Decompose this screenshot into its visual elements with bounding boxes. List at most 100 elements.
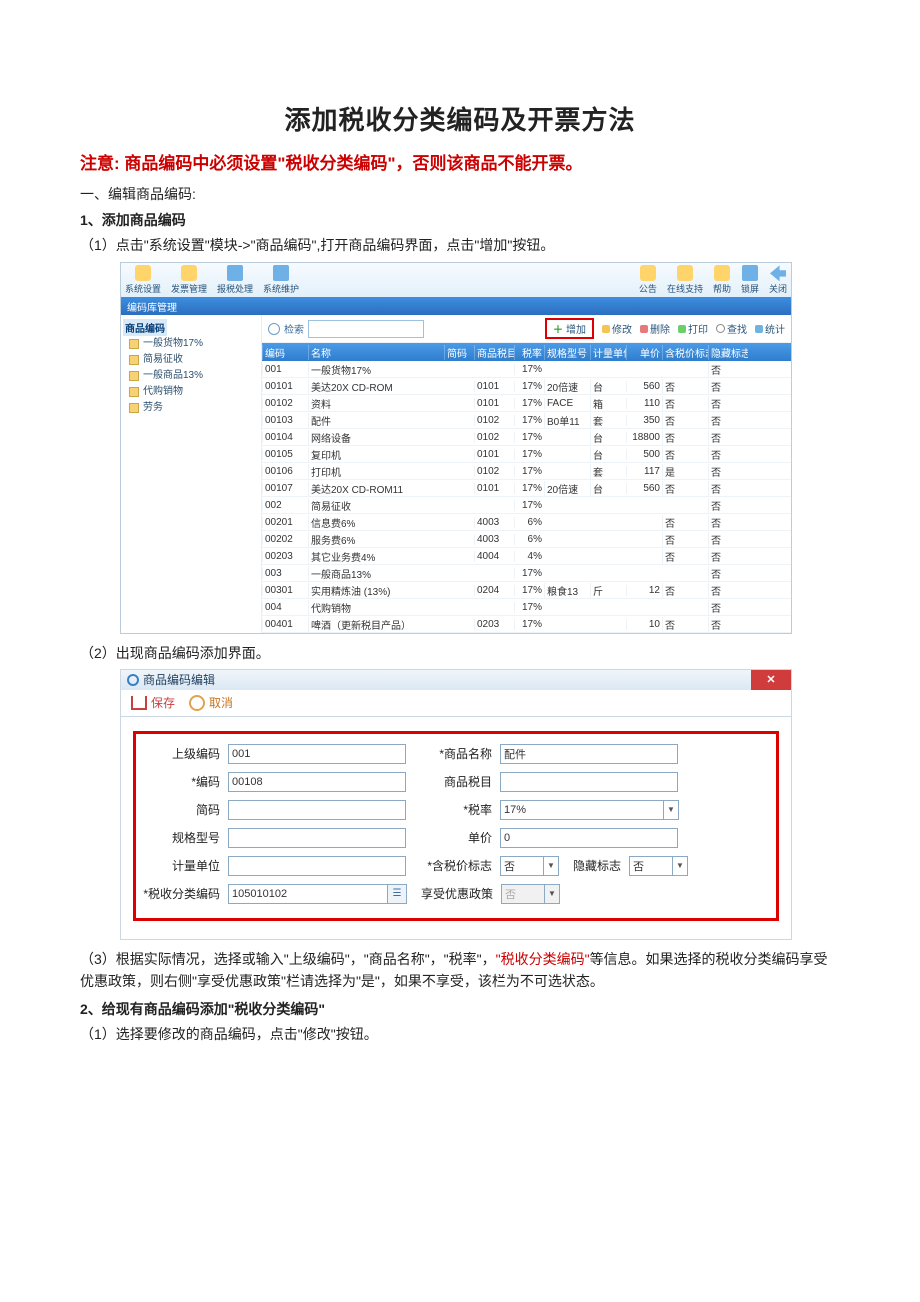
step-1-1: （1）点击"系统设置"模块->"商品编码",打开商品编码界面，点击"增加"按钮。 xyxy=(80,234,840,256)
chevron-down-icon[interactable]: ▼ xyxy=(673,856,688,876)
screenshot-product-list: 系统设置发票管理报税处理系统维护 公告在线支持帮助锁屏关闭 编码库管理 商品编码… xyxy=(120,262,792,634)
table-row[interactable]: 00106打印机010217%套117是否 xyxy=(262,463,791,480)
add-button[interactable]: ＋增加 xyxy=(545,318,594,339)
screenshot-edit-dialog: 商品编码编辑 ✕ 保存 取消 上级编码 *商品名称 *编码 商品税目 xyxy=(120,669,792,940)
section-1-2: 2、给现有商品编码添加"税收分类编码" xyxy=(80,999,840,1019)
doc-title: 添加税收分类编码及开票方法 xyxy=(80,100,840,137)
top-action-0[interactable]: 公告 xyxy=(639,265,657,295)
top-action-1[interactable]: 在线支持 xyxy=(667,265,703,295)
tree-item[interactable]: 劳务 xyxy=(123,400,259,416)
tree-item[interactable]: 代购销物 xyxy=(123,384,259,400)
top-action-3[interactable]: 锁屏 xyxy=(741,265,759,295)
app-top-toolbar: 系统设置发票管理报税处理系统维护 公告在线支持帮助锁屏关闭 xyxy=(121,263,791,297)
tree-item[interactable]: 简易征收 xyxy=(123,352,259,368)
edit-icon xyxy=(602,325,610,333)
table-row[interactable]: 00301实用精炼油 (13%)020417%粮食13斤12否否 xyxy=(262,582,791,599)
section-1: 一、编辑商品编码: xyxy=(80,184,840,204)
hide-select[interactable] xyxy=(629,856,673,876)
save-button[interactable]: 保存 xyxy=(131,694,175,711)
action-icon xyxy=(640,265,656,281)
chart-icon xyxy=(755,325,763,333)
label-inc: *含税价标志 xyxy=(414,857,492,874)
spec-input[interactable] xyxy=(228,828,406,848)
top-action-2[interactable]: 帮助 xyxy=(713,265,731,295)
find-button[interactable]: 查找 xyxy=(716,321,747,336)
warning-line: 注意: 商品编码中必须设置"税收分类编码"，否则该商品不能开票。 xyxy=(80,149,840,174)
table-row[interactable]: 00203其它业务费4%40044%否否 xyxy=(262,548,791,565)
top-menu-0[interactable]: 系统设置 xyxy=(125,265,161,295)
save-icon xyxy=(131,696,147,710)
short-code-input[interactable] xyxy=(228,800,406,820)
tax-rate-select[interactable] xyxy=(500,800,664,820)
trash-icon xyxy=(640,325,648,333)
table-row[interactable]: 003一般商品13%17%否 xyxy=(262,565,791,582)
tree-item[interactable]: 一般商品13% xyxy=(123,368,259,384)
label-policy: 享受优惠政策 xyxy=(415,885,493,902)
plus-icon: ＋ xyxy=(553,321,563,336)
policy-select xyxy=(501,884,545,904)
close-button[interactable]: ✕ xyxy=(751,670,791,690)
tax-class-code-input[interactable] xyxy=(228,884,388,904)
tree-item[interactable]: 一般货物17% xyxy=(123,336,259,352)
table-row[interactable]: 004代购销物17%否 xyxy=(262,599,791,616)
table-row[interactable]: 002简易征收17%否 xyxy=(262,497,791,514)
print-button[interactable]: 打印 xyxy=(678,321,708,336)
stats-button[interactable]: 统计 xyxy=(755,321,785,336)
price-input[interactable] xyxy=(500,828,678,848)
table-row[interactable]: 00102资料010117%FACE箱110否否 xyxy=(262,395,791,412)
action-icon xyxy=(770,265,786,281)
product-name-input[interactable] xyxy=(500,744,678,764)
search-input[interactable] xyxy=(308,320,424,338)
top-menu-1[interactable]: 发票管理 xyxy=(171,265,207,295)
label-parent: 上级编码 xyxy=(142,745,220,762)
module-icon xyxy=(227,265,243,281)
module-title-bar: 编码库管理 xyxy=(121,297,791,315)
lookup-button[interactable]: ☰ xyxy=(388,884,407,904)
table-row[interactable]: 00103配件010217%B0单11套350否否 xyxy=(262,412,791,429)
tree-root[interactable]: 商品编码 xyxy=(123,319,167,336)
delete-button[interactable]: 删除 xyxy=(640,321,670,336)
module-icon xyxy=(273,265,289,281)
search-label: 检索 xyxy=(284,321,304,336)
label-code: *编码 xyxy=(142,773,220,790)
modify-button[interactable]: 修改 xyxy=(602,321,632,336)
chevron-down-icon[interactable]: ▼ xyxy=(544,856,559,876)
label-spec: 规格型号 xyxy=(142,829,220,846)
top-menu-2[interactable]: 报税处理 xyxy=(217,265,253,295)
action-icon xyxy=(742,265,758,281)
label-rate: *税率 xyxy=(414,801,492,818)
top-action-4[interactable]: 关闭 xyxy=(769,265,787,295)
cancel-button[interactable]: 取消 xyxy=(189,694,233,711)
required-fields-highlight: 上级编码 *商品名称 *编码 商品税目 简码 *税率 ▼ xyxy=(133,731,779,921)
app-icon xyxy=(127,674,139,686)
label-taxclass: *税收分类编码 xyxy=(142,885,220,902)
cancel-icon xyxy=(189,695,205,711)
table-row[interactable]: 00201信息费6%40036%否否 xyxy=(262,514,791,531)
code-input[interactable] xyxy=(228,772,406,792)
table-row[interactable]: 00401啤酒（更新税目产品）020317%10否否 xyxy=(262,616,791,633)
table-row[interactable]: 00104网络设备010217%台18800否否 xyxy=(262,429,791,446)
label-unit: 计量单位 xyxy=(142,857,220,874)
table-row[interactable]: 00202服务费6%40036%否否 xyxy=(262,531,791,548)
table-row[interactable]: 00101美达20X CD-ROM010117%20倍速台560否否 xyxy=(262,378,791,395)
parent-code-input[interactable] xyxy=(228,744,406,764)
tax-inc-select[interactable] xyxy=(500,856,544,876)
action-icon xyxy=(677,265,693,281)
step-1-2: （2）出现商品编码添加界面。 xyxy=(80,642,840,664)
unit-input[interactable] xyxy=(228,856,406,876)
table-header: 编码名称简码商品税目税率规格型号计量单位单价含税价标志隐藏标志 xyxy=(262,343,791,361)
table-row[interactable]: 00107美达20X CD-ROM11010117%20倍速台560否否 xyxy=(262,480,791,497)
chevron-down-icon[interactable]: ▼ xyxy=(664,800,679,820)
search-icon xyxy=(268,323,280,335)
module-icon xyxy=(181,265,197,281)
top-menu-3[interactable]: 系统维护 xyxy=(263,265,299,295)
table-row[interactable]: 001一般货物17%17%否 xyxy=(262,361,791,378)
label-short: 简码 xyxy=(142,801,220,818)
label-hide: 隐藏标志 xyxy=(567,857,621,874)
category-tree: 商品编码 一般货物17%简易征收一般商品13%代购销物劳务 xyxy=(121,315,262,633)
tax-item-input[interactable] xyxy=(500,772,678,792)
table-row[interactable]: 00105复印机010117%台500否否 xyxy=(262,446,791,463)
label-tax-item: 商品税目 xyxy=(414,773,492,790)
module-icon xyxy=(135,265,151,281)
label-name: *商品名称 xyxy=(414,745,492,762)
